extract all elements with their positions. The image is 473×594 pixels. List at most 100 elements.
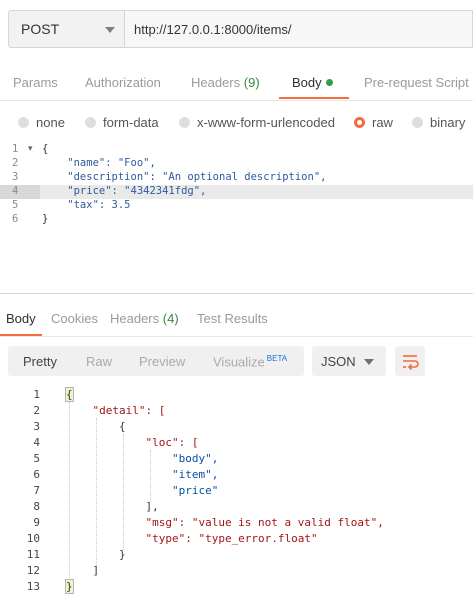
url-input[interactable]: http://127.0.0.1:8000/items/ — [125, 10, 473, 48]
radio-icon — [412, 117, 423, 128]
view-mode-group: Pretty Raw Preview Visualize BETA — [8, 346, 304, 376]
radio-none-label: none — [36, 115, 65, 130]
line-number: 3 — [12, 171, 19, 183]
request-body-editor[interactable]: 1 ▾ 2 3 4 5 6 { "name": "Foo", "descripti… — [0, 143, 473, 293]
code-line: "type": "type_error.float" — [66, 532, 318, 545]
code-line: "tax": 3.5 — [42, 199, 131, 211]
radio-raw-label: raw — [372, 115, 393, 130]
view-raw-button[interactable]: Raw — [86, 354, 112, 369]
code-line: } — [66, 548, 126, 561]
gutter-line: 1 ▾ — [0, 143, 40, 157]
tab-body[interactable]: Body — [292, 75, 333, 90]
line-number: 13 — [26, 580, 40, 593]
line-number: 7 — [33, 484, 40, 497]
code-line: { — [65, 387, 74, 402]
tab-params-label: Params — [13, 75, 58, 90]
line-number: 1 — [33, 388, 40, 401]
radio-binary-label: binary — [430, 115, 466, 130]
code-line: "description": "An optional description"… — [42, 171, 327, 183]
line-number: 3 — [33, 420, 40, 433]
code-line: "item", — [66, 468, 219, 481]
code-line: "body", — [66, 452, 219, 465]
line-number: 10 — [26, 532, 40, 545]
response-tabs: Body Cookies Headers (4) Test Results — [0, 309, 473, 337]
code-line: ] — [66, 564, 100, 577]
gutter-line: 4 — [0, 185, 40, 199]
tab-cookies[interactable]: Cookies — [51, 311, 98, 326]
code-line: } — [65, 579, 74, 594]
tab-response-body[interactable]: Body — [6, 311, 36, 326]
url-bar: POST http://127.0.0.1:8000/items/ — [8, 10, 473, 48]
radio-icon — [18, 117, 29, 128]
gutter-line: 6 — [0, 213, 40, 227]
code-line: { — [42, 143, 49, 155]
wrap-lines-icon — [403, 355, 419, 371]
tab-response-headers-label: Headers — [110, 311, 160, 326]
active-tab-indicator — [279, 97, 349, 99]
line-number: 4 — [12, 185, 19, 197]
code-line: ], — [66, 500, 159, 513]
radio-form-data-label: form-data — [103, 115, 159, 130]
line-number: 5 — [33, 452, 40, 465]
line-number: 5 — [12, 199, 19, 211]
line-number: 9 — [33, 516, 40, 529]
line-number: 6 — [33, 468, 40, 481]
response-body-viewer[interactable]: 1 2 3 4 5 6 7 8 9 10 11 12 13 { "detail"… — [0, 386, 473, 594]
tab-test-results[interactable]: Test Results — [197, 311, 268, 326]
tab-response-headers[interactable]: Headers (4) — [110, 311, 179, 326]
url-text: http://127.0.0.1:8000/items/ — [134, 22, 292, 37]
visualize-label: Visualize — [213, 354, 265, 370]
tab-body-label: Body — [292, 75, 322, 90]
wrap-lines-button[interactable] — [395, 346, 425, 376]
tab-response-headers-count: (4) — [162, 311, 179, 326]
chevron-down-icon — [105, 27, 115, 33]
line-number: 12 — [26, 564, 40, 577]
divider — [0, 336, 473, 337]
code-line: "price": "4342341fdg", — [42, 185, 207, 197]
beta-badge: BETA — [266, 354, 288, 363]
line-number: 11 — [26, 548, 40, 561]
tab-authorization[interactable]: Authorization — [85, 75, 161, 90]
line-number: 2 — [12, 157, 19, 169]
code-line: } — [42, 213, 49, 225]
code-line: "loc": [ — [66, 436, 199, 449]
radio-urlencoded-label: x-www-form-urlencoded — [197, 115, 335, 130]
line-number: 6 — [12, 213, 19, 225]
view-preview-button[interactable]: Preview — [139, 354, 185, 369]
method-label: POST — [21, 21, 60, 37]
line-number: 4 — [33, 436, 40, 449]
tab-pre-request-script[interactable]: Pre-request Script — [364, 75, 469, 90]
code-line: "detail": [ — [66, 404, 166, 417]
line-number: 2 — [33, 404, 40, 417]
tab-params[interactable]: Params — [13, 75, 58, 90]
code-line: { — [66, 420, 126, 433]
divider — [0, 100, 473, 101]
chevron-down-icon — [364, 359, 374, 365]
format-label: JSON — [321, 354, 356, 369]
body-type-options: none form-data x-www-form-urlencoded raw… — [0, 114, 473, 134]
gutter-line: 2 — [0, 157, 40, 171]
line-number: 8 — [33, 500, 40, 513]
tab-authorization-label: Authorization — [85, 75, 161, 90]
method-select[interactable]: POST — [8, 10, 125, 48]
code-line: "name": "Foo", — [42, 157, 156, 169]
response-toolbar: Pretty Raw Preview Visualize BETA JSON — [8, 346, 473, 376]
radio-selected-icon — [354, 117, 365, 128]
code-line: "msg": "value is not a valid float", — [66, 516, 384, 529]
tab-headers-label: Headers — [191, 75, 241, 90]
gutter-line: 3 — [0, 171, 40, 185]
tab-pre-request-script-label: Pre-request Script — [364, 75, 469, 90]
view-pretty-button[interactable]: Pretty — [23, 354, 57, 369]
tab-headers-count: (9) — [243, 75, 260, 90]
format-select[interactable]: JSON — [312, 346, 386, 376]
code-line: "price" — [66, 484, 219, 497]
fold-arrow-icon[interactable]: ▾ — [28, 143, 33, 154]
active-dot-icon — [325, 79, 333, 87]
radio-icon — [179, 117, 190, 128]
line-number: 1 — [12, 143, 19, 155]
request-tabs: Params Authorization Headers (9) Body Pr… — [0, 70, 473, 100]
pane-divider[interactable] — [0, 293, 473, 294]
tab-headers[interactable]: Headers (9) — [191, 75, 260, 90]
view-visualize-button[interactable]: Visualize BETA — [213, 354, 287, 369]
radio-icon — [85, 117, 96, 128]
